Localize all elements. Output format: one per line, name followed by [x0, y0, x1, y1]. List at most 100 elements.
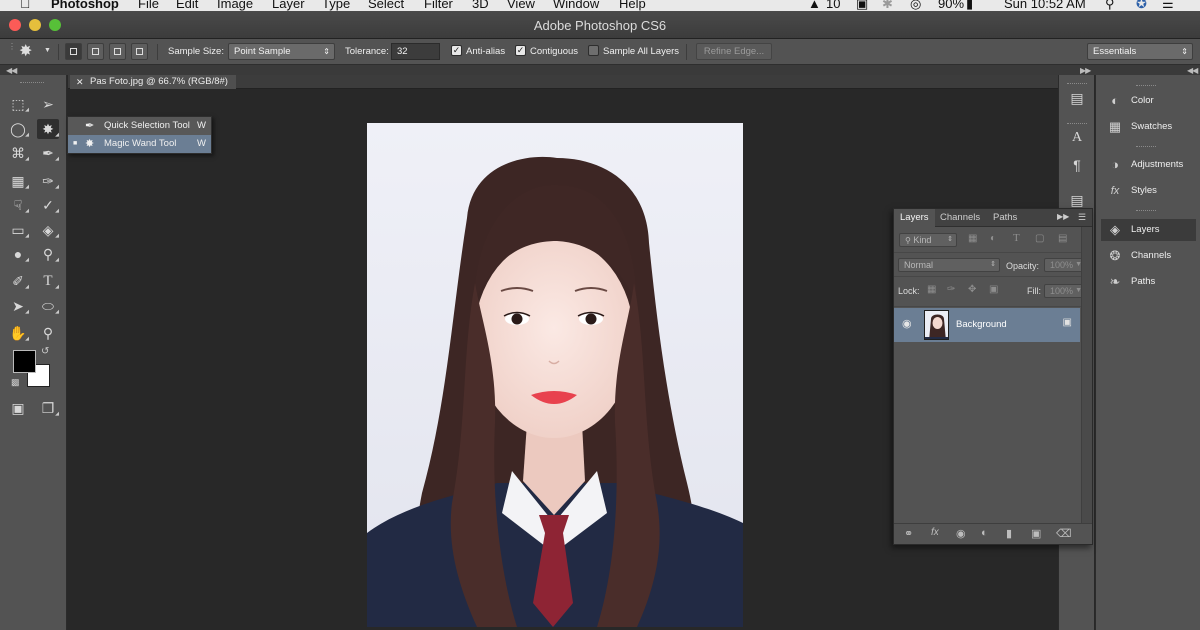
tool-preset-dropdown-icon[interactable]: ▼ — [44, 47, 51, 54]
paint-bucket-tool-icon[interactable]: ◈ ◢ — [37, 220, 59, 240]
lasso-tool-icon[interactable]: ◯ ◢ — [7, 119, 29, 139]
flyout-quick-selection-tool[interactable]: ✒ Quick Selection Tool W — [68, 117, 211, 135]
blur-tool-icon[interactable]: ● ◢ — [7, 244, 29, 264]
menu-view[interactable]: View — [507, 0, 535, 10]
history-panel-icon[interactable]: ▤ — [1067, 88, 1087, 108]
type-tool-icon[interactable]: T ◢ — [37, 271, 59, 291]
delete-layer-icon[interactable]: ⌫ — [1056, 527, 1072, 540]
new-selection-mode-button[interactable] — [65, 43, 82, 60]
lock-transparent-pixels-icon[interactable]: ▦ — [927, 284, 936, 295]
menu-3d[interactable]: 3D — [472, 0, 489, 10]
contiguous-checkbox[interactable]: ✓ — [515, 45, 526, 56]
fill-input[interactable]: 100% ▼ — [1044, 284, 1086, 298]
layers-scrollbar[interactable] — [1081, 227, 1092, 523]
layer-row-background[interactable]: ◉ Background ▣ — [894, 308, 1080, 342]
new-group-icon[interactable]: ▮ — [1006, 527, 1012, 540]
dock-grip[interactable] — [1136, 210, 1156, 213]
quick-mask-icon[interactable]: ▣ — [7, 398, 29, 418]
workspace-select[interactable]: Essentials ⇕ — [1087, 43, 1193, 60]
layer-lock-icon[interactable]: ▣ — [1063, 317, 1072, 328]
dock-swatches-panel[interactable]: ▦ Swatches — [1101, 116, 1196, 138]
menu-filter[interactable]: Filter — [424, 0, 453, 10]
eraser-tool-icon[interactable]: ▭ ◢ — [7, 220, 29, 240]
opacity-input[interactable]: 100% ▼ — [1044, 258, 1086, 272]
foreground-color-swatch[interactable] — [13, 350, 36, 373]
character-panel-icon[interactable]: A — [1067, 128, 1087, 148]
close-tab-icon[interactable]: ✕ — [76, 75, 84, 89]
collapse-dock-icon[interactable]: ▶▶ — [1080, 66, 1091, 75]
panel-menu-icon[interactable]: ☰ — [1078, 212, 1086, 223]
eyedropper-tool-icon[interactable]: ✒ ◢ — [37, 143, 59, 163]
collapse-panel-icon[interactable]: ▶▶ — [1057, 212, 1069, 221]
magic-wand-tool-icon[interactable]: ✸ ◢ — [37, 119, 59, 139]
menu-type[interactable]: Type — [322, 0, 350, 10]
collapse-toolbox-icon[interactable]: ◀◀ — [6, 66, 17, 75]
tab-layers[interactable]: Layers — [894, 209, 935, 227]
rectangular-marquee-tool-icon[interactable]: ⬚ ◢ — [7, 94, 29, 114]
toolbox-grip[interactable] — [20, 82, 44, 85]
wifi-icon[interactable]: ◎ — [910, 0, 921, 10]
document-tab[interactable]: ✕ Pas Foto.jpg @ 66.7% (RGB/8#) — [70, 75, 236, 89]
spot-healing-brush-tool-icon[interactable]: ▦ ◢ — [7, 171, 29, 191]
magic-wand-preset-icon[interactable]: ✸ — [19, 41, 32, 61]
siri-icon[interactable]: ✪ — [1136, 0, 1147, 10]
expand-dock-icon[interactable]: ◀◀ — [1187, 66, 1198, 75]
ellipse-tool-icon[interactable]: ⬭ ◢ — [37, 296, 59, 316]
menu-help[interactable]: Help — [619, 0, 646, 10]
add-layer-mask-icon[interactable]: ◉ — [956, 527, 966, 540]
lock-all-icon[interactable]: ▣ — [989, 284, 998, 295]
new-layer-icon[interactable]: ▣ — [1031, 527, 1041, 540]
sample-size-select[interactable]: Point Sample ⇕ — [228, 43, 335, 60]
pen-tool-icon[interactable]: ✐ ◢ — [7, 271, 29, 291]
bluetooth-icon[interactable]: ✱ — [882, 0, 893, 10]
crop-tool-icon[interactable]: ⌘ ◢ — [7, 143, 29, 163]
dock-styles-panel[interactable]: fx Styles — [1101, 180, 1196, 202]
dock-paths-panel[interactable]: ❧ Paths — [1101, 271, 1196, 293]
adobe-cc-icon[interactable]: ▲ — [808, 0, 821, 10]
menu-file[interactable]: File — [138, 0, 159, 10]
blend-mode-select[interactable]: Normal ⇕ — [898, 258, 1000, 272]
history-brush-tool-icon[interactable]: ✓ ◢ — [37, 195, 59, 215]
layer-style-fx-icon[interactable]: fx — [931, 527, 939, 538]
filter-type-icon[interactable]: T — [1013, 232, 1020, 244]
screen-mode-icon[interactable]: ❐ ◢ — [37, 398, 59, 418]
spotlight-search-icon[interactable]: ⚲ — [1105, 0, 1115, 10]
options-grip[interactable]: ⋮ — [8, 42, 16, 51]
menu-select[interactable]: Select — [368, 0, 404, 10]
filter-smart-object-icon[interactable]: ▤ — [1058, 233, 1067, 244]
clock[interactable]: Sun 10:52 AM — [1004, 0, 1086, 10]
dock-channels-panel[interactable]: ❂ Channels — [1101, 245, 1196, 267]
lock-image-pixels-icon[interactable]: ✑ — [947, 284, 955, 295]
dock-adjustments-panel[interactable]: ◑ Adjustments — [1101, 154, 1196, 176]
canvas-photo[interactable] — [367, 123, 743, 627]
path-selection-tool-icon[interactable]: ➤ ◢ — [7, 296, 29, 316]
dock-grip[interactable] — [1136, 85, 1156, 88]
sample-all-layers-checkbox[interactable] — [588, 45, 599, 56]
filter-pixel-icon[interactable]: ▦ — [968, 233, 977, 244]
anti-alias-checkbox[interactable]: ✓ — [451, 45, 462, 56]
tab-channels[interactable]: Channels — [934, 209, 986, 227]
menu-image[interactable]: Image — [217, 0, 253, 10]
new-adjustment-layer-icon[interactable]: ◐ — [981, 527, 988, 539]
apple-menu-icon[interactable]:  — [20, 0, 31, 10]
filter-adjustment-icon[interactable]: ◐ — [990, 233, 996, 244]
brush-tool-icon[interactable]: ✑ ◢ — [37, 171, 59, 191]
hand-tool-icon[interactable]: ✋ ◢ — [7, 323, 29, 343]
clone-stamp-tool-icon[interactable]: ☟ ◢ — [7, 195, 29, 215]
dock-layers-panel[interactable]: ◈ Layers — [1101, 219, 1196, 241]
tab-paths[interactable]: Paths — [987, 209, 1023, 227]
dock-grip[interactable] — [1136, 146, 1156, 149]
dock-grip[interactable] — [1067, 123, 1087, 126]
menu-layer[interactable]: Layer — [272, 0, 305, 10]
subtract-from-selection-mode-button[interactable] — [109, 43, 126, 60]
intersect-selection-mode-button[interactable] — [131, 43, 148, 60]
dock-color-panel[interactable]: ◐ Color — [1101, 90, 1196, 112]
move-tool-icon[interactable]: ➢ — [37, 94, 59, 114]
tolerance-input[interactable]: 32 — [391, 43, 440, 60]
lock-position-icon[interactable]: ✥ — [968, 284, 976, 295]
battery-icon[interactable]: ▮ — [966, 0, 973, 10]
tool-presets-panel-icon[interactable]: ▤ — [1067, 190, 1087, 210]
menu-edit[interactable]: Edit — [176, 0, 198, 10]
refine-edge-button[interactable]: Refine Edge... — [696, 43, 772, 60]
dock-grip[interactable] — [1067, 83, 1087, 86]
